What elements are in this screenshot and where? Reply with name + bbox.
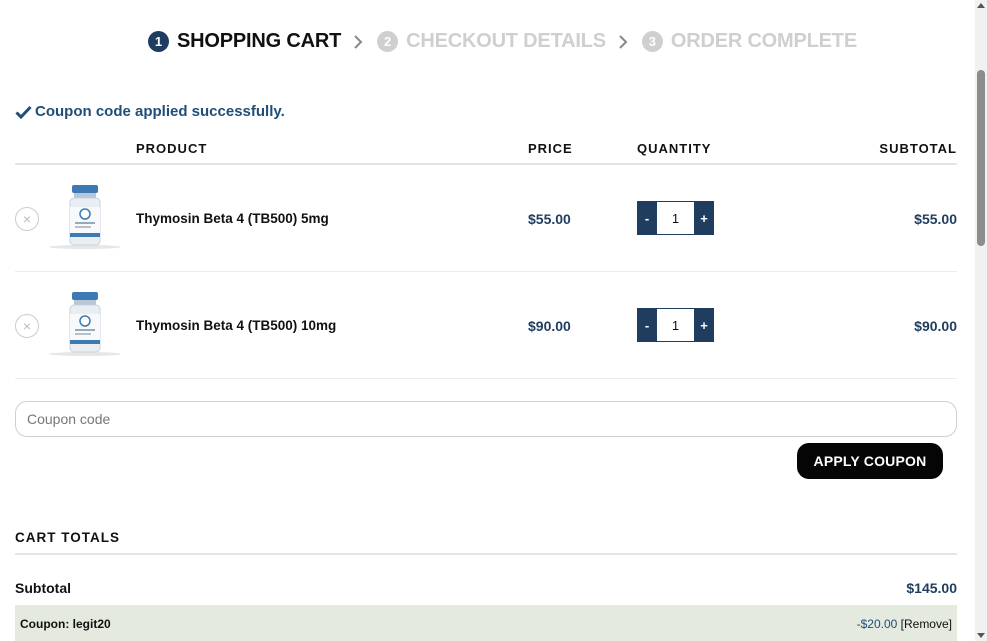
chevron-right-icon [618,34,630,49]
subtotal-value: $145.00 [906,580,957,596]
totals-coupon-row: Coupon: legit20 -$20.00 [Remove] [15,605,957,641]
table-row: × Thymosin Beta 4 (TB500) 10mg $90.00 - … [15,272,957,379]
table-row: × Thymosin Beta 4 (TB500) 5mg $55.00 - 1… [15,165,957,272]
cart-totals-heading: CART TOTALS [15,530,120,545]
step-number: 3 [641,31,663,52]
product-thumbnail[interactable] [47,183,123,251]
coupon-discount: -$20.00 [Remove] [857,617,952,631]
scroll-up-arrow-icon[interactable] [977,3,985,8]
remove-item-button[interactable]: × [15,314,39,338]
table-header: PRODUCT PRICE QUANTITY SUBTOTAL [15,131,957,165]
coupon-amount: -$20.00 [856,617,898,631]
product-price: $55.00 [528,211,571,227]
step-label: ORDER COMPLETE [670,30,857,52]
notice-message: Coupon code applied successfully. [35,103,285,120]
step-order-complete[interactable]: 3 ORDER COMPLETE [641,30,857,53]
remove-coupon-link[interactable]: [Remove] [901,617,952,631]
scrollbar[interactable] [975,0,987,641]
step-label: CHECKOUT DETAILS [406,30,606,52]
step-number: 1 [148,31,169,52]
cart-table: PRODUCT PRICE QUANTITY SUBTOTAL × Thymos… [15,131,957,379]
row-subtotal: $55.00 [914,211,957,227]
checkmark-icon [15,105,32,119]
header-subtotal: SUBTOTAL [879,141,957,156]
header-quantity: QUANTITY [637,141,712,156]
quantity-plus-button[interactable]: + [694,201,714,235]
quantity-minus-button[interactable]: - [637,201,657,235]
coupon-success-notice: Coupon code applied successfully. [15,103,285,120]
header-price: PRICE [528,141,573,156]
product-name-link[interactable]: Thymosin Beta 4 (TB500) 5mg [136,211,329,226]
subtotal-label: Subtotal [15,580,71,596]
product-thumbnail[interactable] [47,290,123,358]
quantity-minus-button[interactable]: - [637,308,657,342]
totals-subtotal-row: Subtotal $145.00 [15,576,957,602]
quantity-stepper: - 1 + [637,201,714,235]
product-name-link[interactable]: Thymosin Beta 4 (TB500) 10mg [136,318,336,333]
coupon-code-input[interactable] [15,401,957,437]
quantity-stepper: - 1 + [637,308,714,342]
quantity-input[interactable]: 1 [657,308,694,342]
step-number: 2 [377,31,399,52]
quantity-input[interactable]: 1 [657,201,694,235]
row-subtotal: $90.00 [914,318,957,334]
product-price: $90.00 [528,318,571,334]
scroll-down-arrow-icon[interactable] [977,633,985,638]
apply-coupon-button[interactable]: APPLY COUPON [797,443,943,479]
step-checkout-details[interactable]: 2 CHECKOUT DETAILS [377,30,606,53]
divider [15,553,957,555]
quantity-plus-button[interactable]: + [694,308,714,342]
header-product: PRODUCT [136,141,208,156]
remove-item-button[interactable]: × [15,207,39,231]
chevron-right-icon [353,34,365,49]
checkout-steps: 1 SHOPPING CART 2 CHECKOUT DETAILS 3 ORD… [148,30,857,53]
step-shopping-cart[interactable]: 1 SHOPPING CART [148,30,341,53]
step-label: SHOPPING CART [177,30,342,52]
scrollbar-thumb[interactable] [977,70,985,246]
coupon-label: Coupon: legit20 [20,617,111,631]
